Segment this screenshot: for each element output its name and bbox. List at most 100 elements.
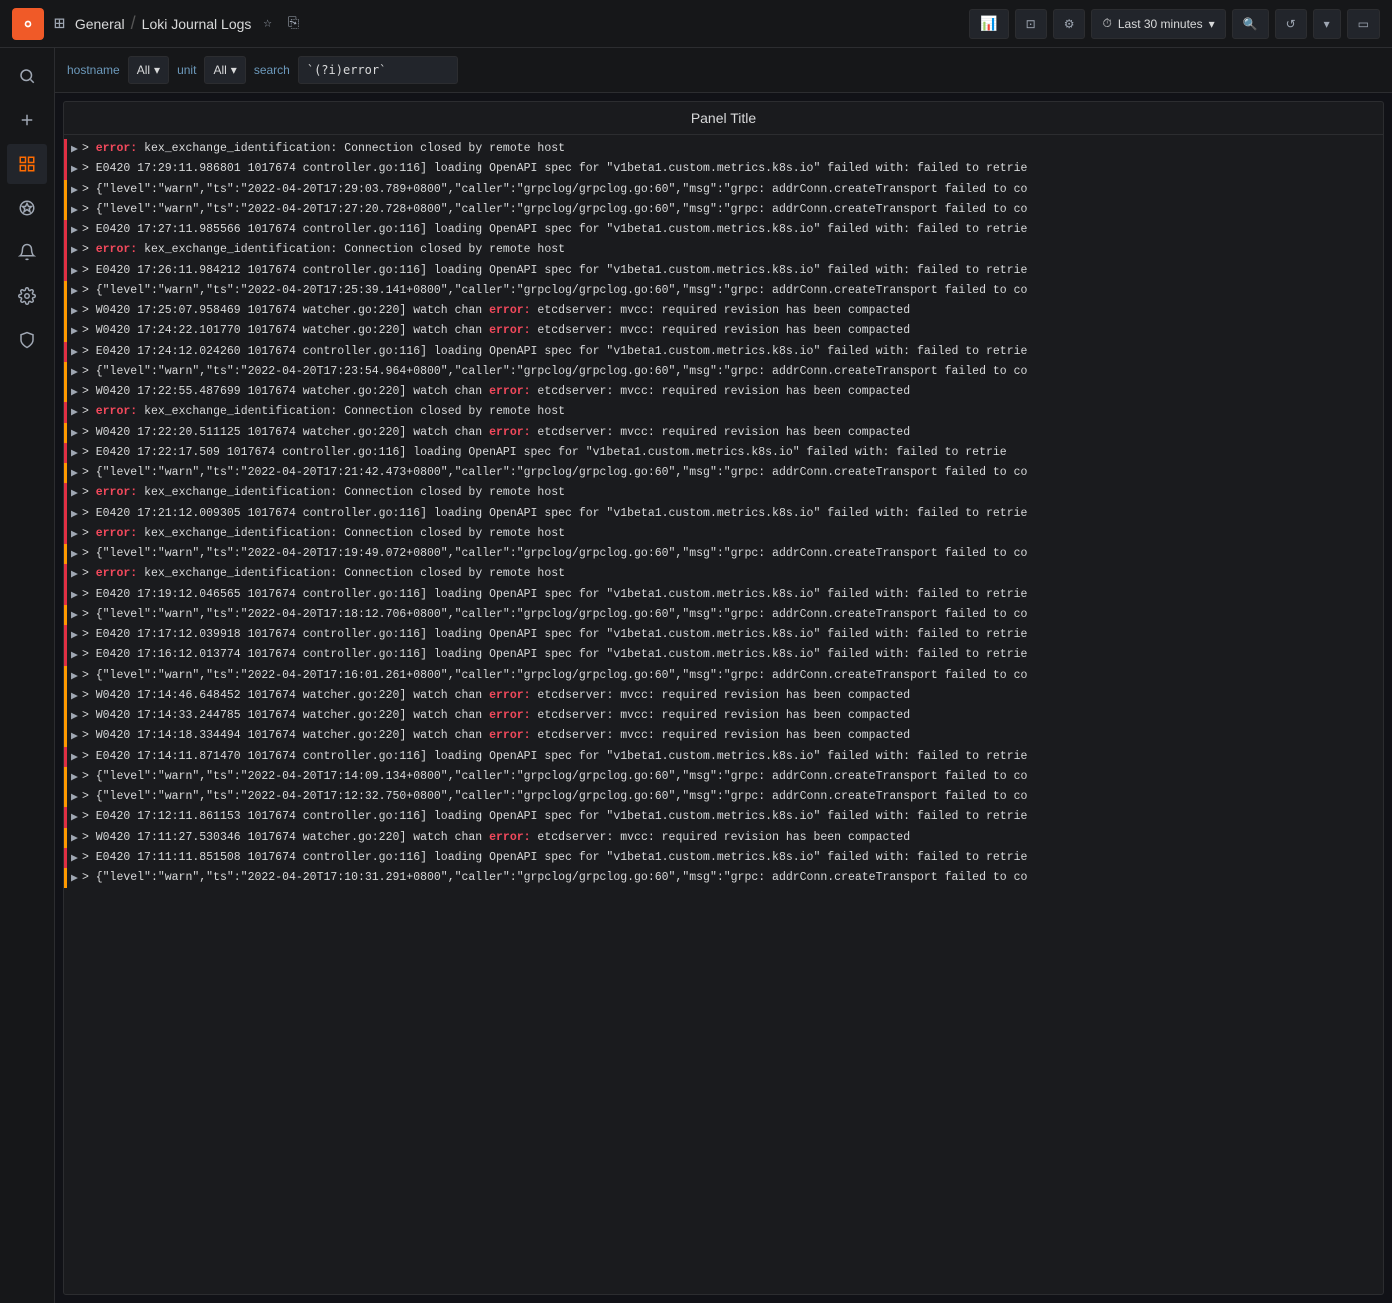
sidebar-item-explore[interactable] <box>7 188 47 228</box>
log-row[interactable]: ▶> {"level":"warn","ts":"2022-04-20T17:1… <box>64 666 1383 686</box>
breadcrumb-dashboard[interactable]: Loki Journal Logs <box>142 16 252 32</box>
expand-icon[interactable]: ▶ <box>71 344 78 361</box>
sidebar-item-alerting[interactable] <box>7 232 47 272</box>
zoom-out-button[interactable]: 🔍 <box>1232 9 1269 39</box>
star-icon[interactable]: ☆ <box>259 11 275 36</box>
expand-icon[interactable]: ▶ <box>71 607 78 624</box>
expand-icon[interactable]: ▶ <box>71 749 78 766</box>
log-row[interactable]: ▶> E0420 17:19:12.046565 1017674 control… <box>64 585 1383 605</box>
expand-icon[interactable]: ▶ <box>71 202 78 219</box>
log-row[interactable]: ▶> E0420 17:21:12.009305 1017674 control… <box>64 504 1383 524</box>
expand-icon[interactable]: ▶ <box>71 161 78 178</box>
sidebar-item-add[interactable] <box>7 100 47 140</box>
log-row[interactable]: ▶> E0420 17:16:12.013774 1017674 control… <box>64 645 1383 665</box>
log-row[interactable]: ▶> W0420 17:25:07.958469 1017674 watcher… <box>64 301 1383 321</box>
log-row[interactable]: ▶> W0420 17:14:33.244785 1017674 watcher… <box>64 706 1383 726</box>
log-row[interactable]: ▶> E0420 17:22:17.509 1017674 controller… <box>64 443 1383 463</box>
expand-icon[interactable]: ▶ <box>71 485 78 502</box>
expand-icon[interactable]: ▶ <box>71 242 78 259</box>
log-row[interactable]: ▶> {"level":"warn","ts":"2022-04-20T17:1… <box>64 605 1383 625</box>
expand-icon[interactable]: ▶ <box>71 506 78 523</box>
expand-icon[interactable]: ▶ <box>71 323 78 340</box>
settings-button[interactable]: ⚙ <box>1053 9 1086 39</box>
expand-icon[interactable]: ▶ <box>71 364 78 381</box>
grafana-logo[interactable] <box>12 8 44 40</box>
log-row[interactable]: ▶> W0420 17:14:46.648452 1017674 watcher… <box>64 686 1383 706</box>
breadcrumb-general[interactable]: General <box>75 16 125 32</box>
expand-icon[interactable]: ▶ <box>71 809 78 826</box>
log-row[interactable]: ▶> W0420 17:22:20.511125 1017674 watcher… <box>64 423 1383 443</box>
log-row[interactable]: ▶> E0420 17:29:11.986801 1017674 control… <box>64 159 1383 179</box>
expand-icon[interactable]: ▶ <box>71 830 78 847</box>
sidebar-item-shield[interactable] <box>7 320 47 360</box>
log-row[interactable]: ▶> E0420 17:27:11.985566 1017674 control… <box>64 220 1383 240</box>
log-row[interactable]: ▶> W0420 17:11:27.530346 1017674 watcher… <box>64 828 1383 848</box>
log-row[interactable]: ▶> E0420 17:11:11.851508 1017674 control… <box>64 848 1383 868</box>
log-row[interactable]: ▶> E0420 17:14:11.871470 1017674 control… <box>64 747 1383 767</box>
log-row[interactable]: ▶> E0420 17:26:11.984212 1017674 control… <box>64 261 1383 281</box>
expand-icon[interactable]: ▶ <box>71 263 78 280</box>
main-content: hostname All ▾ unit All ▾ search Panel T… <box>55 48 1392 1303</box>
sidebar-item-settings[interactable] <box>7 276 47 316</box>
expand-icon[interactable]: ▶ <box>71 728 78 745</box>
log-row[interactable]: ▶> W0420 17:24:22.101770 1017674 watcher… <box>64 321 1383 341</box>
sidebar-item-dashboards[interactable] <box>7 144 47 184</box>
log-row[interactable]: ▶> error: kex_exchange_identification: C… <box>64 564 1383 584</box>
log-row[interactable]: ▶> W0420 17:22:55.487699 1017674 watcher… <box>64 382 1383 402</box>
expand-icon[interactable]: ▶ <box>71 789 78 806</box>
log-row[interactable]: ▶> {"level":"warn","ts":"2022-04-20T17:2… <box>64 463 1383 483</box>
refresh-button[interactable]: ↺ <box>1275 9 1307 39</box>
expand-icon[interactable]: ▶ <box>71 668 78 685</box>
expand-icon[interactable]: ▶ <box>71 708 78 725</box>
expand-icon[interactable]: ▶ <box>71 222 78 239</box>
expand-icon[interactable]: ▶ <box>71 404 78 421</box>
share-icon[interactable]: ⎘ <box>284 12 303 36</box>
log-row[interactable]: ▶> error: kex_exchange_identification: C… <box>64 139 1383 159</box>
log-row[interactable]: ▶> {"level":"warn","ts":"2022-04-20T17:1… <box>64 544 1383 564</box>
log-row[interactable]: ▶> error: kex_exchange_identification: C… <box>64 402 1383 422</box>
log-row[interactable]: ▶> error: kex_exchange_identification: C… <box>64 524 1383 544</box>
add-panel-button[interactable]: 📊 <box>969 9 1008 39</box>
log-row[interactable]: ▶> {"level":"warn","ts":"2022-04-20T17:1… <box>64 868 1383 888</box>
log-container[interactable]: ▶> error: kex_exchange_identification: C… <box>64 135 1383 1294</box>
log-row[interactable]: ▶> {"level":"warn","ts":"2022-04-20T17:2… <box>64 281 1383 301</box>
log-row[interactable]: ▶> {"level":"warn","ts":"2022-04-20T17:2… <box>64 180 1383 200</box>
expand-icon[interactable]: ▶ <box>71 627 78 644</box>
expand-icon[interactable]: ▶ <box>71 303 78 320</box>
expand-icon[interactable]: ▶ <box>71 283 78 300</box>
log-row[interactable]: ▶> {"level":"warn","ts":"2022-04-20T17:2… <box>64 200 1383 220</box>
expand-icon[interactable]: ▶ <box>71 445 78 462</box>
expand-icon[interactable]: ▶ <box>71 566 78 583</box>
sidebar-item-search[interactable] <box>7 56 47 96</box>
library-button[interactable]: ⊡ <box>1015 9 1047 39</box>
unit-select[interactable]: All ▾ <box>204 56 245 84</box>
expand-icon[interactable]: ▶ <box>71 425 78 442</box>
expand-icon[interactable]: ▶ <box>71 769 78 786</box>
log-row[interactable]: ▶> {"level":"warn","ts":"2022-04-20T17:1… <box>64 767 1383 787</box>
expand-icon[interactable]: ▶ <box>71 870 78 887</box>
expand-icon[interactable]: ▶ <box>71 850 78 867</box>
expand-icon[interactable]: ▶ <box>71 384 78 401</box>
expand-icon[interactable]: ▶ <box>71 647 78 664</box>
time-picker-button[interactable]: ⏱ Last 30 minutes ▾ <box>1091 9 1225 39</box>
log-row[interactable]: ▶> error: kex_exchange_identification: C… <box>64 483 1383 503</box>
log-row[interactable]: ▶> E0420 17:24:12.024260 1017674 control… <box>64 342 1383 362</box>
refresh-options-button[interactable]: ▾ <box>1313 9 1341 39</box>
hostname-select[interactable]: All ▾ <box>128 56 169 84</box>
settings-icon: ⚙ <box>1064 17 1075 31</box>
expand-icon[interactable]: ▶ <box>71 587 78 604</box>
expand-icon[interactable]: ▶ <box>71 526 78 543</box>
log-row[interactable]: ▶> E0420 17:17:12.039918 1017674 control… <box>64 625 1383 645</box>
log-row[interactable]: ▶> {"level":"warn","ts":"2022-04-20T17:2… <box>64 362 1383 382</box>
expand-icon[interactable]: ▶ <box>71 141 78 158</box>
log-row[interactable]: ▶> error: kex_exchange_identification: C… <box>64 240 1383 260</box>
expand-icon[interactable]: ▶ <box>71 182 78 199</box>
tv-mode-button[interactable]: ▭ <box>1347 9 1380 39</box>
expand-icon[interactable]: ▶ <box>71 688 78 705</box>
expand-icon[interactable]: ▶ <box>71 465 78 482</box>
log-row[interactable]: ▶> W0420 17:14:18.334494 1017674 watcher… <box>64 726 1383 746</box>
log-row[interactable]: ▶> {"level":"warn","ts":"2022-04-20T17:1… <box>64 787 1383 807</box>
log-row[interactable]: ▶> E0420 17:12:11.861153 1017674 control… <box>64 807 1383 827</box>
expand-icon[interactable]: ▶ <box>71 546 78 563</box>
search-input[interactable] <box>298 56 458 84</box>
